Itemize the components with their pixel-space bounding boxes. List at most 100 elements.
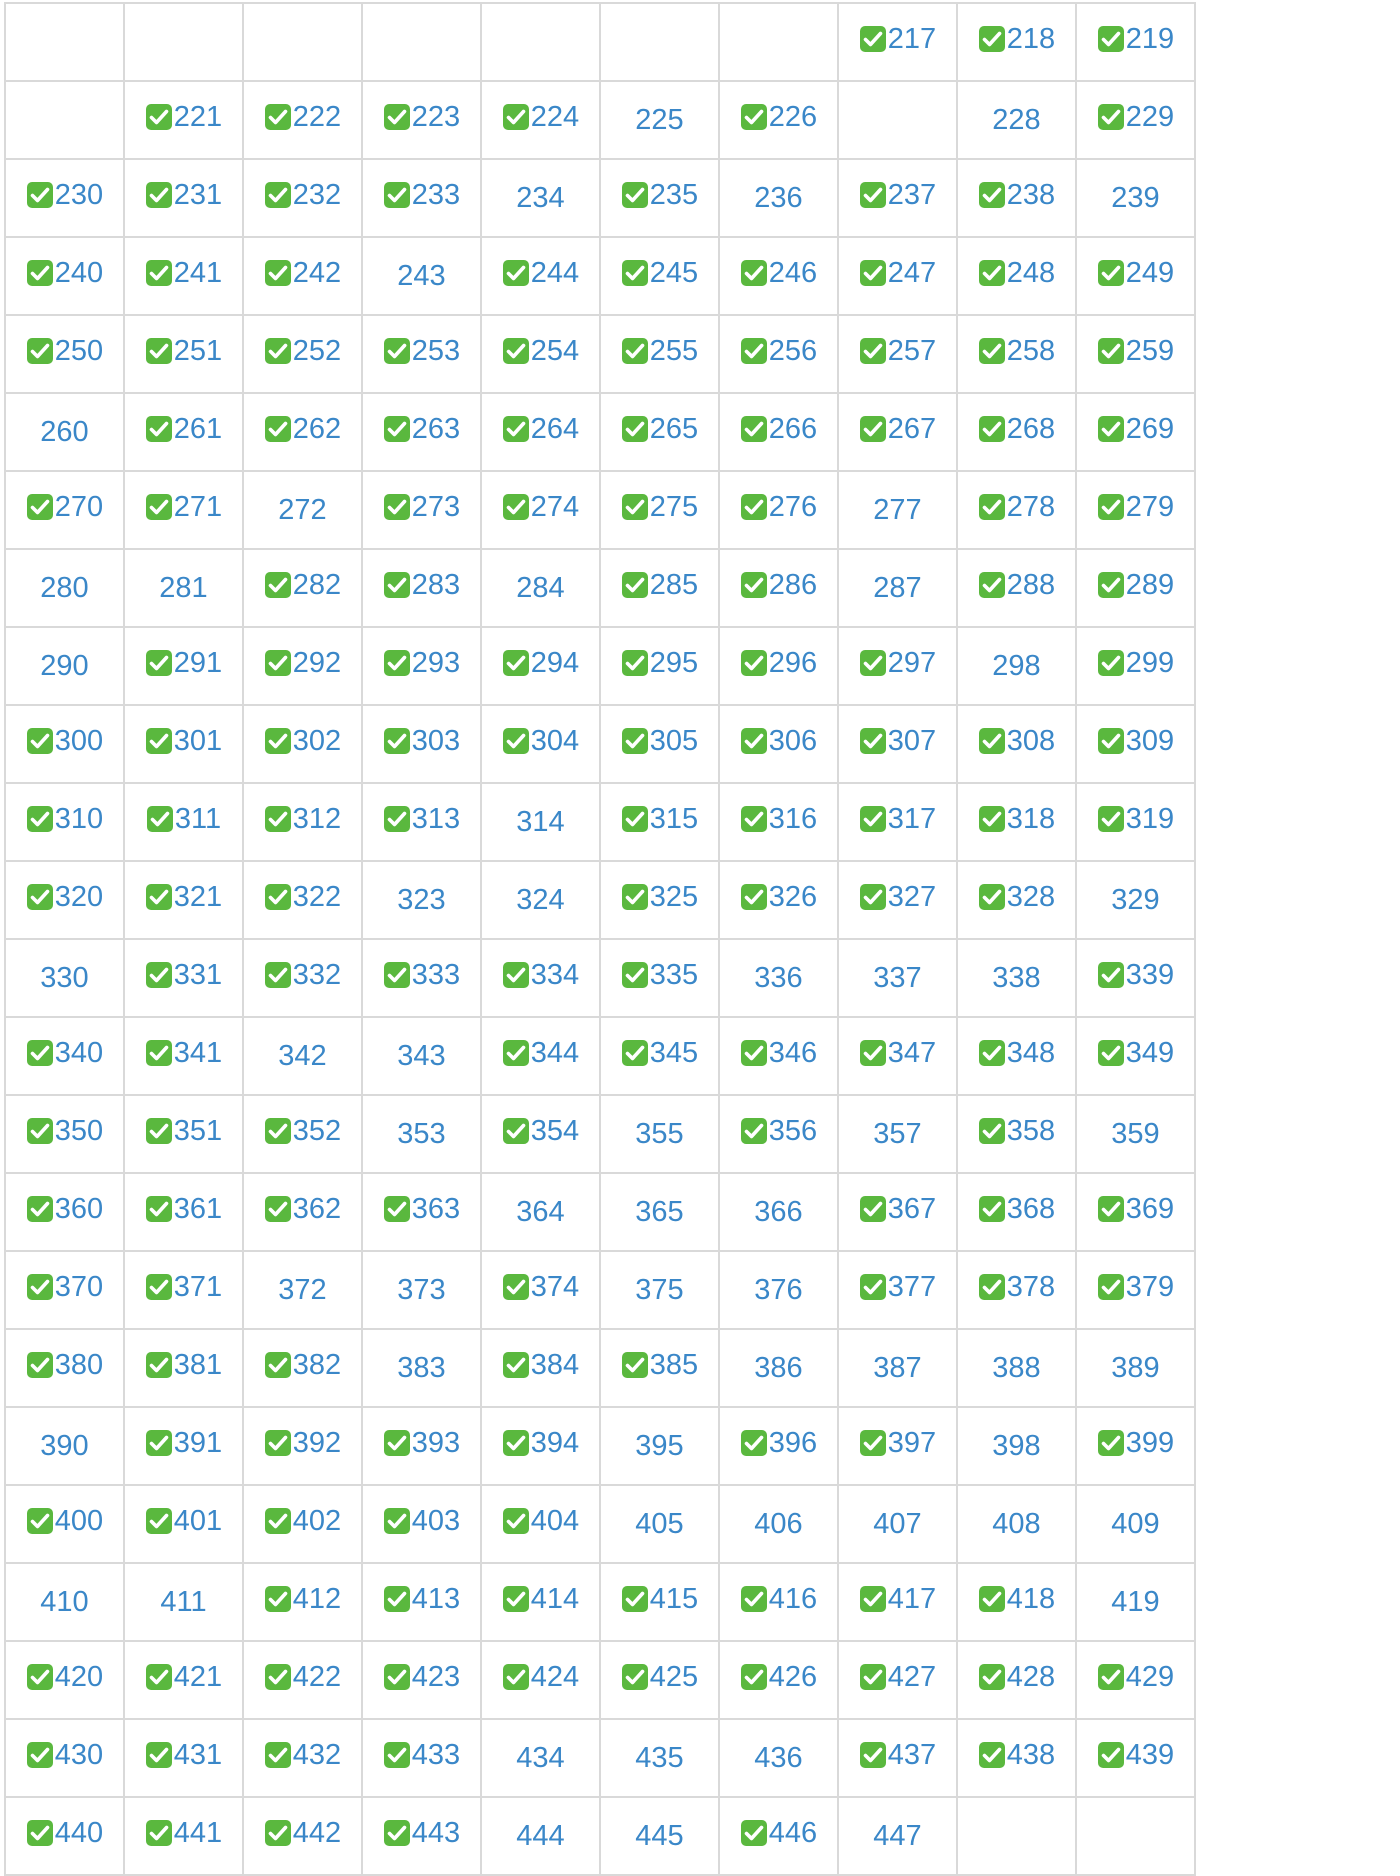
- problem-link[interactable]: 370: [26, 1271, 103, 1304]
- problem-number[interactable]: 226: [769, 101, 817, 134]
- problem-link[interactable]: 386: [754, 1352, 802, 1385]
- problem-number[interactable]: 244: [531, 257, 579, 290]
- problem-link[interactable]: 228: [992, 104, 1040, 137]
- problem-number[interactable]: 296: [769, 647, 817, 680]
- problem-link[interactable]: 333: [383, 959, 460, 992]
- problem-link[interactable]: 379: [1097, 1271, 1174, 1304]
- problem-link[interactable]: 275: [621, 491, 698, 524]
- problem-link[interactable]: 284: [516, 572, 564, 605]
- problem-link[interactable]: 337: [873, 962, 921, 995]
- problem-number[interactable]: 390: [40, 1430, 88, 1463]
- problem-link[interactable]: 407: [873, 1508, 921, 1541]
- problem-number[interactable]: 439: [1126, 1739, 1174, 1772]
- problem-number[interactable]: 263: [412, 413, 460, 446]
- problem-number[interactable]: 239: [1111, 182, 1159, 215]
- problem-number[interactable]: 409: [1111, 1508, 1159, 1541]
- problem-number[interactable]: 224: [531, 101, 579, 134]
- problem-number[interactable]: 362: [293, 1193, 341, 1226]
- problem-link[interactable]: 369: [1097, 1193, 1174, 1226]
- problem-number[interactable]: 358: [1007, 1115, 1055, 1148]
- problem-link[interactable]: 302: [264, 725, 341, 758]
- problem-link[interactable]: 270: [26, 491, 103, 524]
- problem-link[interactable]: 331: [145, 959, 222, 992]
- problem-link[interactable]: 336: [754, 962, 802, 995]
- problem-number[interactable]: 441: [174, 1817, 222, 1850]
- problem-link[interactable]: 267: [859, 413, 936, 446]
- problem-number[interactable]: 332: [293, 959, 341, 992]
- problem-number[interactable]: 266: [769, 413, 817, 446]
- problem-number[interactable]: 311: [175, 803, 221, 836]
- problem-link[interactable]: 447: [873, 1820, 921, 1853]
- problem-link[interactable]: 223: [383, 101, 460, 134]
- problem-link[interactable]: 292: [264, 647, 341, 680]
- problem-number[interactable]: 408: [992, 1508, 1040, 1541]
- problem-number[interactable]: 236: [754, 182, 802, 215]
- problem-number[interactable]: 389: [1111, 1352, 1159, 1385]
- problem-number[interactable]: 238: [1007, 179, 1055, 212]
- problem-link[interactable]: 381: [145, 1349, 222, 1382]
- problem-number[interactable]: 401: [174, 1505, 222, 1538]
- problem-link[interactable]: 282: [264, 569, 341, 602]
- problem-link[interactable]: 395: [635, 1430, 683, 1463]
- problem-number[interactable]: 391: [174, 1427, 222, 1460]
- problem-number[interactable]: 262: [293, 413, 341, 446]
- problem-number[interactable]: 384: [531, 1349, 579, 1382]
- problem-link[interactable]: 293: [383, 647, 460, 680]
- problem-number[interactable]: 264: [531, 413, 579, 446]
- problem-number[interactable]: 286: [769, 569, 817, 602]
- problem-number[interactable]: 350: [55, 1115, 103, 1148]
- problem-number[interactable]: 381: [174, 1349, 222, 1382]
- problem-number[interactable]: 407: [873, 1508, 921, 1541]
- problem-link[interactable]: 366: [754, 1196, 802, 1229]
- problem-number[interactable]: 299: [1126, 647, 1174, 680]
- problem-number[interactable]: 383: [397, 1352, 445, 1385]
- problem-number[interactable]: 418: [1007, 1583, 1055, 1616]
- problem-number[interactable]: 346: [769, 1037, 817, 1070]
- problem-number[interactable]: 436: [754, 1742, 802, 1775]
- problem-link[interactable]: 338: [992, 962, 1040, 995]
- problem-link[interactable]: 276: [740, 491, 817, 524]
- problem-link[interactable]: 396: [740, 1427, 817, 1460]
- problem-link[interactable]: 253: [383, 335, 460, 368]
- problem-number[interactable]: 347: [888, 1037, 936, 1070]
- problem-link[interactable]: 274: [502, 491, 579, 524]
- problem-number[interactable]: 275: [650, 491, 698, 524]
- problem-number[interactable]: 379: [1126, 1271, 1174, 1304]
- problem-number[interactable]: 217: [888, 23, 936, 56]
- problem-number[interactable]: 248: [1007, 257, 1055, 290]
- problem-number[interactable]: 219: [1126, 23, 1174, 56]
- problem-link[interactable]: 266: [740, 413, 817, 446]
- problem-link[interactable]: 372: [278, 1274, 326, 1307]
- problem-number[interactable]: 329: [1111, 884, 1159, 917]
- problem-number[interactable]: 368: [1007, 1193, 1055, 1226]
- problem-link[interactable]: 288: [978, 569, 1055, 602]
- problem-number[interactable]: 385: [650, 1349, 698, 1382]
- problem-number[interactable]: 397: [888, 1427, 936, 1460]
- problem-link[interactable]: 224: [502, 101, 579, 134]
- problem-number[interactable]: 437: [888, 1739, 936, 1772]
- problem-number[interactable]: 249: [1126, 257, 1174, 290]
- problem-link[interactable]: 231: [145, 179, 222, 212]
- problem-number[interactable]: 375: [635, 1274, 683, 1307]
- problem-number[interactable]: 242: [293, 257, 341, 290]
- problem-number[interactable]: 282: [293, 569, 341, 602]
- problem-link[interactable]: 305: [621, 725, 698, 758]
- problem-link[interactable]: 321: [145, 881, 222, 914]
- problem-link[interactable]: 414: [502, 1583, 579, 1616]
- problem-number[interactable]: 370: [55, 1271, 103, 1304]
- problem-number[interactable]: 431: [174, 1739, 222, 1772]
- problem-number[interactable]: 342: [278, 1040, 326, 1073]
- problem-number[interactable]: 360: [55, 1193, 103, 1226]
- problem-number[interactable]: 303: [412, 725, 460, 758]
- problem-link[interactable]: 364: [516, 1196, 564, 1229]
- problem-number[interactable]: 290: [40, 650, 88, 683]
- problem-link[interactable]: 343: [397, 1040, 445, 1073]
- problem-number[interactable]: 377: [888, 1271, 936, 1304]
- problem-link[interactable]: 429: [1097, 1661, 1174, 1694]
- problem-number[interactable]: 434: [516, 1742, 564, 1775]
- problem-number[interactable]: 380: [55, 1349, 103, 1382]
- problem-link[interactable]: 300: [26, 725, 103, 758]
- problem-number[interactable]: 225: [635, 104, 683, 137]
- problem-number[interactable]: 251: [174, 335, 222, 368]
- problem-number[interactable]: 265: [650, 413, 698, 446]
